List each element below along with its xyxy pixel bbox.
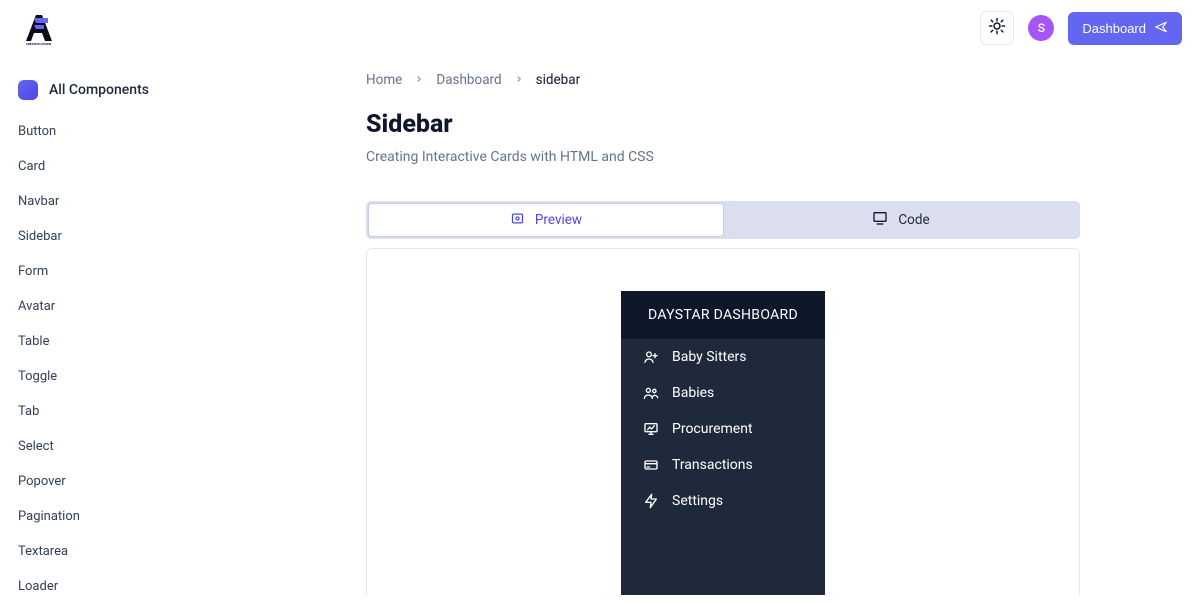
credit-card-icon: [643, 457, 659, 473]
sidebar-item-button[interactable]: Button: [16, 114, 230, 149]
sidebar-item-label: Pagination: [18, 509, 80, 524]
dashboard-button-label: Dashboard: [1082, 21, 1146, 36]
demo-sidebar: DAYSTAR DASHBOARD Baby Sitters: [621, 291, 825, 595]
sidebar-item-label: Form: [18, 264, 48, 279]
svg-text:CREATIVE FUSION: CREATIVE FUSION: [26, 42, 51, 45]
tab-code[interactable]: Code: [724, 203, 1078, 237]
sidebar-item-tab[interactable]: Tab: [16, 394, 230, 429]
sidebar-item-label: Popover: [18, 474, 66, 489]
demo-item-label: Settings: [672, 493, 723, 509]
sidebar-item-label: Avatar: [18, 299, 55, 314]
sidebar-item-loader[interactable]: Loader: [16, 569, 230, 604]
sidebar-item-label: Tab: [18, 404, 39, 419]
sidebar-chip-icon: [18, 80, 38, 100]
sidebar-item-sidebar[interactable]: Sidebar: [16, 219, 230, 254]
sidebar-item-toggle[interactable]: Toggle: [16, 359, 230, 394]
sidebar-item-label: Table: [18, 334, 49, 349]
demo-sidebar-title: DAYSTAR DASHBOARD: [621, 291, 825, 339]
sidebar-header-label: All Components: [49, 82, 149, 98]
sidebar-item-label: Sidebar: [18, 229, 62, 244]
sidebar-item-label: Card: [18, 159, 45, 174]
breadcrumb-dashboard[interactable]: Dashboard: [436, 72, 501, 88]
sidebar-header[interactable]: All Components: [16, 74, 230, 114]
preview-panel: DAYSTAR DASHBOARD Baby Sitters: [366, 248, 1080, 595]
breadcrumb-home[interactable]: Home: [366, 72, 402, 88]
sidebar-item-avatar[interactable]: Avatar: [16, 289, 230, 324]
lightning-icon: [643, 493, 659, 509]
sidebar-item-table[interactable]: Table: [16, 324, 230, 359]
sidebar-item-label: Textarea: [18, 544, 68, 559]
theme-toggle-button[interactable]: [980, 11, 1014, 45]
sidebar-item-popover[interactable]: Popover: [16, 464, 230, 499]
sidebar-item-label: Select: [18, 439, 54, 454]
main-content: Home Dashboard sidebar Sidebar Creating …: [246, 56, 1200, 595]
code-icon: [872, 210, 888, 230]
dashboard-button[interactable]: Dashboard: [1068, 12, 1182, 45]
demo-item-label: Baby Sitters: [672, 349, 747, 365]
components-sidebar: All Components Button Card Navbar Sideba…: [0, 56, 246, 595]
topbar-actions: S Dashboard: [980, 11, 1182, 45]
breadcrumb-current: sidebar: [536, 72, 581, 88]
sun-icon: [988, 17, 1006, 39]
sidebar-item-label: Toggle: [18, 369, 57, 384]
sidebar-item-textarea[interactable]: Textarea: [16, 534, 230, 569]
page-subtitle: Creating Interactive Cards with HTML and…: [366, 149, 1080, 165]
preview-icon: [510, 211, 525, 230]
sidebar-item-label: Loader: [18, 579, 58, 594]
sidebar-item-pagination[interactable]: Pagination: [16, 499, 230, 534]
demo-item-transactions[interactable]: Transactions: [621, 447, 825, 483]
send-icon: [1154, 20, 1168, 37]
sidebar-item-card[interactable]: Card: [16, 149, 230, 184]
tab-preview[interactable]: Preview: [368, 203, 724, 237]
sidebar-item-label: Button: [18, 124, 56, 139]
tab-label: Preview: [535, 212, 582, 228]
avatar-initial: S: [1038, 21, 1045, 35]
chevron-right-icon: [414, 72, 424, 88]
tabs: Preview Code: [366, 201, 1080, 239]
sidebar-item-form[interactable]: Form: [16, 254, 230, 289]
logo[interactable]: CREATIVE FUSION: [18, 11, 56, 45]
tab-label: Code: [898, 212, 929, 228]
page-title: Sidebar: [366, 110, 1080, 139]
sidebar-item-label: Navbar: [18, 194, 59, 209]
demo-item-settings[interactable]: Settings: [621, 483, 825, 519]
demo-item-label: Babies: [672, 385, 714, 401]
presentation-icon: [643, 421, 659, 437]
sidebar-item-navbar[interactable]: Navbar: [16, 184, 230, 219]
user-plus-icon: [643, 349, 659, 365]
demo-item-procurement[interactable]: Procurement: [621, 411, 825, 447]
topbar: CREATIVE FUSION S Das: [0, 0, 1200, 56]
demo-item-babysitters[interactable]: Baby Sitters: [621, 339, 825, 375]
demo-item-babies[interactable]: Babies: [621, 375, 825, 411]
demo-item-label: Procurement: [672, 421, 753, 437]
breadcrumb: Home Dashboard sidebar: [366, 70, 1080, 88]
avatar[interactable]: S: [1028, 15, 1054, 41]
users-icon: [643, 385, 659, 401]
sidebar-item-select[interactable]: Select: [16, 429, 230, 464]
demo-item-label: Transactions: [672, 457, 753, 473]
chevron-right-icon: [514, 72, 524, 88]
